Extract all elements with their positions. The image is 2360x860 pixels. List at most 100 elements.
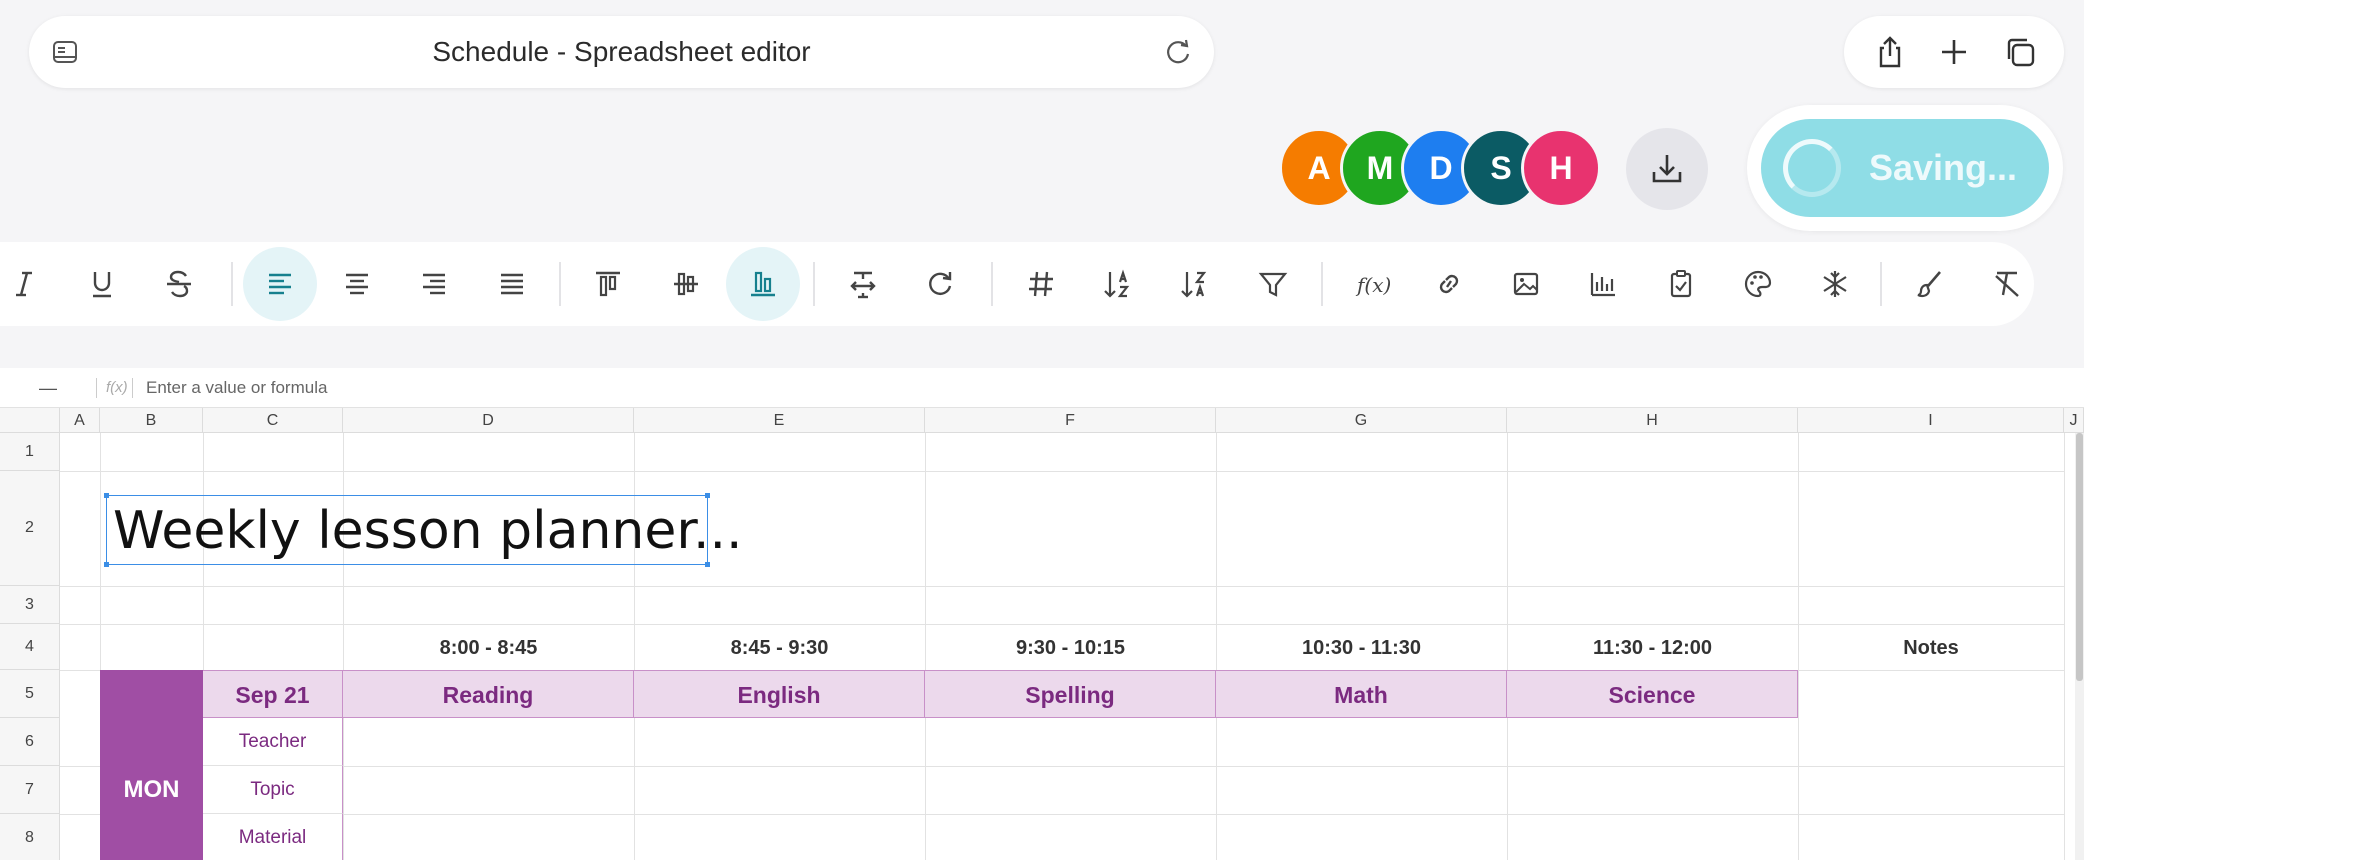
column-header[interactable]: J (2064, 408, 2084, 433)
column-header[interactable]: B (100, 408, 203, 433)
fx-label: f(x) (106, 379, 128, 396)
share-icon[interactable] (1872, 34, 1908, 70)
tabs-overview-icon[interactable] (2002, 34, 2038, 70)
cell-reference[interactable]: — (0, 368, 96, 408)
subject-cell[interactable]: Science (1507, 670, 1798, 718)
italic-button[interactable] (0, 247, 61, 321)
align-center-button[interactable] (320, 247, 394, 321)
vertical-scrollbar[interactable] (2075, 433, 2084, 860)
column-header[interactable]: A (60, 408, 100, 433)
formula-input[interactable]: Enter a value or formula (146, 368, 327, 408)
filter-button[interactable] (1236, 247, 1310, 321)
saving-button[interactable]: Saving... (1761, 119, 2049, 217)
clipboard-check-icon (1670, 270, 1692, 298)
avatar-initial: A (1307, 150, 1331, 186)
toolbar-separator (559, 262, 561, 306)
valign-bottom-button[interactable] (726, 247, 800, 321)
underline-button[interactable] (65, 247, 139, 321)
notes-header-cell[interactable]: Notes (1798, 624, 2064, 672)
insert-image-button[interactable] (1489, 247, 1563, 321)
page-title: Schedule - Spreadsheet editor (432, 36, 811, 67)
rotate-text-button[interactable] (903, 247, 977, 321)
align-left-icon (269, 273, 291, 295)
align-left-button[interactable] (243, 247, 317, 321)
sort-descending-icon (1181, 271, 1207, 298)
subject-cell[interactable]: Reading (343, 670, 634, 718)
download-button[interactable] (1626, 128, 1708, 210)
avatar[interactable]: H (1521, 128, 1601, 208)
time-slot-cell[interactable]: 9:30 - 10:15 (925, 624, 1216, 672)
toolbar-separator (1321, 262, 1323, 306)
number-format-button[interactable] (1004, 247, 1078, 321)
column-header[interactable]: F (925, 408, 1216, 433)
hash-icon (1029, 271, 1053, 297)
link-button[interactable] (1412, 247, 1486, 321)
address-bar[interactable]: Schedule - Spreadsheet editor (29, 16, 1214, 88)
snowflake-icon (1823, 271, 1847, 297)
align-right-button[interactable] (397, 247, 471, 321)
title-cell[interactable]: Weekly lesson planner... (104, 493, 743, 567)
paint-format-button[interactable] (1893, 247, 1967, 321)
color-palette-button[interactable] (1721, 247, 1795, 321)
scrollbar-thumb[interactable] (2076, 433, 2083, 681)
row-header[interactable]: 7 (0, 766, 60, 814)
align-right-icon (423, 273, 445, 295)
clear-format-icon (1995, 271, 2019, 297)
resize-handle[interactable] (104, 562, 109, 567)
column-header[interactable]: H (1507, 408, 1798, 433)
time-slot-cell[interactable]: 8:00 - 8:45 (343, 624, 634, 672)
resize-handle[interactable] (705, 562, 710, 567)
row-header[interactable]: 5 (0, 670, 60, 718)
new-tab-icon[interactable] (1936, 34, 1972, 70)
row-label-cell[interactable]: Topic (203, 766, 343, 814)
time-slot-cell[interactable]: 8:45 - 9:30 (634, 624, 925, 672)
subject-cell[interactable]: Spelling (925, 670, 1216, 718)
row-header[interactable]: 2 (0, 471, 60, 586)
day-cell[interactable]: MON (100, 670, 203, 860)
spinner-icon (1783, 139, 1841, 197)
text-wrap-button[interactable] (826, 247, 900, 321)
time-slot-cell[interactable]: 10:30 - 11:30 (1216, 624, 1507, 672)
download-icon (1652, 155, 1682, 183)
valign-top-icon (596, 271, 620, 297)
subject-cell[interactable]: Math (1216, 670, 1507, 718)
insert-chart-button[interactable] (1566, 247, 1640, 321)
column-header[interactable]: E (634, 408, 925, 433)
browser-actions (1844, 16, 2064, 88)
row-label-cell[interactable]: Teacher (203, 718, 343, 766)
resize-handle[interactable] (705, 493, 710, 498)
gridline (2064, 433, 2065, 860)
subject-cell[interactable]: English (634, 670, 925, 718)
clear-format-button[interactable] (1970, 247, 2044, 321)
row-header[interactable]: 3 (0, 586, 60, 624)
time-slot-cell[interactable]: 11:30 - 12:00 (1507, 624, 1798, 672)
row-header[interactable]: 8 (0, 814, 60, 860)
gridline (60, 586, 2064, 587)
validation-button[interactable] (1644, 247, 1718, 321)
row-label-cell[interactable]: Material (203, 814, 343, 860)
date-cell[interactable]: Sep 21 (203, 670, 343, 718)
format-toolbar: f(x) (0, 242, 2034, 326)
column-header[interactable]: G (1216, 408, 1507, 433)
justify-button[interactable] (475, 247, 549, 321)
sidebar-icon[interactable] (51, 38, 79, 66)
row-header[interactable]: 6 (0, 718, 60, 766)
column-header[interactable]: I (1798, 408, 2064, 433)
function-button[interactable]: f(x) (1335, 247, 1409, 321)
underline-icon (93, 272, 111, 298)
valign-top-button[interactable] (571, 247, 645, 321)
freeze-button[interactable] (1798, 247, 1872, 321)
valign-middle-button[interactable] (649, 247, 723, 321)
row-header[interactable]: 4 (0, 624, 60, 670)
function-icon: f(x) (1355, 273, 1390, 297)
resize-handle[interactable] (104, 493, 109, 498)
row-header[interactable]: 1 (0, 433, 60, 471)
strikethrough-button[interactable] (142, 247, 216, 321)
column-header[interactable]: C (203, 408, 343, 433)
column-header[interactable]: D (343, 408, 634, 433)
text-wrap-icon (850, 271, 876, 299)
select-all-corner[interactable] (0, 408, 60, 433)
sort-az-button[interactable] (1081, 247, 1155, 321)
reload-icon[interactable] (1162, 36, 1194, 68)
sort-za-button[interactable] (1158, 247, 1232, 321)
